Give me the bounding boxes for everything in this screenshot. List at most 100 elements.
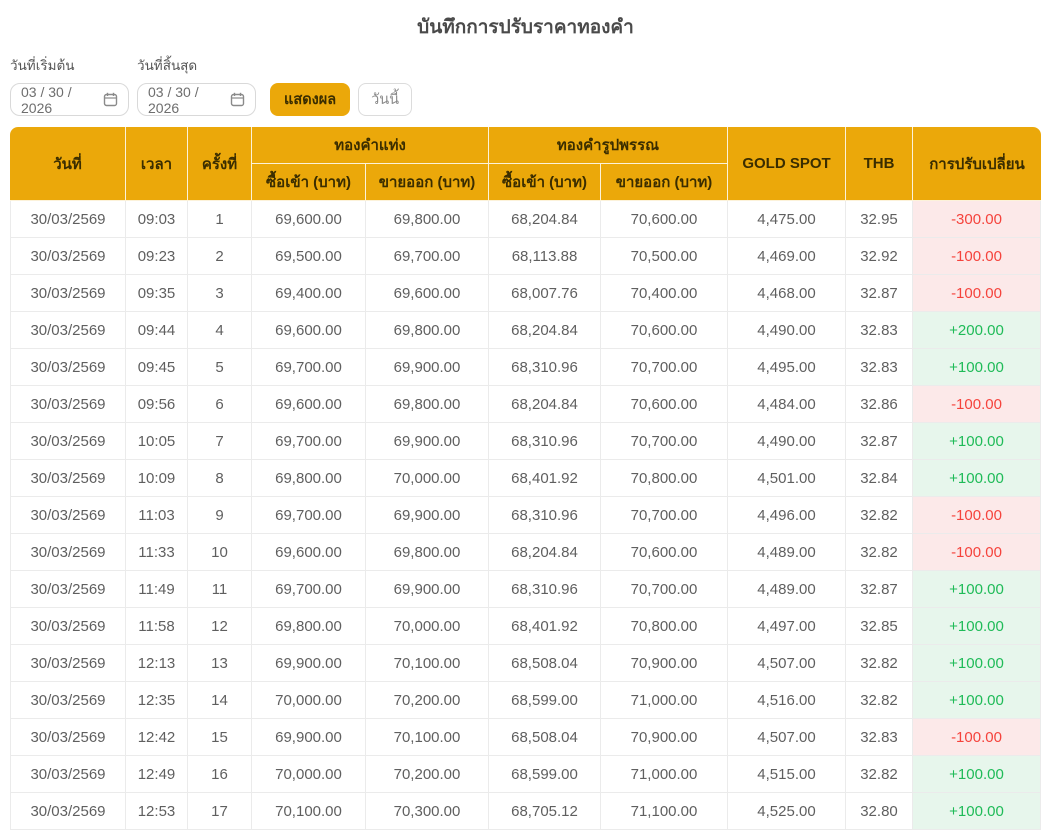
- cell-change: -300.00: [913, 201, 1041, 238]
- cell-thb: 32.82: [846, 497, 913, 534]
- cell-gold-spot: 4,497.00: [728, 608, 846, 645]
- table-row: 30/03/2569 09:35 3 69,400.00 69,600.00 6…: [10, 275, 1041, 312]
- header-round: ครั้งที่: [188, 127, 252, 201]
- table-row: 30/03/2569 09:03 1 69,600.00 69,800.00 6…: [10, 201, 1041, 238]
- cell-thb: 32.83: [846, 349, 913, 386]
- cell-bar-buy: 70,000.00: [252, 756, 366, 793]
- table-row: 30/03/2569 12:42 15 69,900.00 70,100.00 …: [10, 719, 1041, 756]
- cell-date: 30/03/2569: [10, 238, 126, 275]
- table-row: 30/03/2569 11:33 10 69,600.00 69,800.00 …: [10, 534, 1041, 571]
- cell-ornament-buy: 68,599.00: [489, 756, 601, 793]
- header-ornament-buy: ซื้อเข้า (บาท): [489, 164, 601, 201]
- cell-ornament-sell: 70,700.00: [601, 349, 728, 386]
- cell-thb: 32.87: [846, 423, 913, 460]
- cell-bar-sell: 69,900.00: [366, 423, 489, 460]
- cell-date: 30/03/2569: [10, 201, 126, 238]
- cell-round: 12: [188, 608, 252, 645]
- header-time: เวลา: [126, 127, 188, 201]
- cell-round: 6: [188, 386, 252, 423]
- cell-bar-sell: 69,700.00: [366, 238, 489, 275]
- cell-round: 5: [188, 349, 252, 386]
- cell-ornament-buy: 68,705.12: [489, 793, 601, 830]
- cell-ornament-sell: 70,700.00: [601, 497, 728, 534]
- end-date-label: วันที่สิ้นสุด: [137, 58, 198, 73]
- cell-change: +100.00: [913, 645, 1041, 682]
- cell-time: 09:03: [126, 201, 188, 238]
- cell-ornament-sell: 71,100.00: [601, 793, 728, 830]
- cell-round: 14: [188, 682, 252, 719]
- show-results-button[interactable]: แสดงผล: [270, 83, 351, 116]
- cell-ornament-sell: 70,400.00: [601, 275, 728, 312]
- end-date-input[interactable]: 03 / 30 / 2026: [137, 83, 256, 116]
- cell-gold-spot: 4,496.00: [728, 497, 846, 534]
- cell-bar-buy: 69,700.00: [252, 349, 366, 386]
- start-date-input[interactable]: 03 / 30 / 2026: [10, 83, 129, 116]
- cell-gold-spot: 4,507.00: [728, 645, 846, 682]
- gold-price-table: วันที่ เวลา ครั้งที่ ทองคำแท่ง ทองคำรูปพ…: [10, 127, 1041, 830]
- cell-ornament-sell: 70,700.00: [601, 571, 728, 608]
- cell-date: 30/03/2569: [10, 534, 126, 571]
- cell-bar-buy: 69,900.00: [252, 645, 366, 682]
- cell-bar-buy: 69,700.00: [252, 497, 366, 534]
- cell-thb: 32.80: [846, 793, 913, 830]
- cell-ornament-sell: 70,600.00: [601, 312, 728, 349]
- cell-thb: 32.95: [846, 201, 913, 238]
- cell-time: 12:35: [126, 682, 188, 719]
- cell-ornament-buy: 68,310.96: [489, 497, 601, 534]
- cell-bar-sell: 70,200.00: [366, 682, 489, 719]
- filter-bar: วันที่เริ่มต้น 03 / 30 / 2026 วันที่สิ้น…: [10, 54, 1041, 116]
- cell-bar-buy: 69,700.00: [252, 423, 366, 460]
- cell-change: -100.00: [913, 497, 1041, 534]
- cell-thb: 32.84: [846, 460, 913, 497]
- cell-gold-spot: 4,495.00: [728, 349, 846, 386]
- cell-bar-buy: 69,500.00: [252, 238, 366, 275]
- cell-ornament-sell: 70,800.00: [601, 460, 728, 497]
- cell-gold-spot: 4,489.00: [728, 534, 846, 571]
- cell-bar-sell: 70,000.00: [366, 608, 489, 645]
- cell-time: 12:53: [126, 793, 188, 830]
- cell-bar-buy: 69,700.00: [252, 571, 366, 608]
- cell-bar-sell: 69,800.00: [366, 201, 489, 238]
- cell-bar-sell: 69,900.00: [366, 497, 489, 534]
- calendar-icon[interactable]: [103, 92, 118, 107]
- cell-thb: 32.92: [846, 238, 913, 275]
- header-gold-bar: ทองคำแท่ง: [252, 127, 489, 164]
- cell-date: 30/03/2569: [10, 423, 126, 460]
- cell-ornament-buy: 68,113.88: [489, 238, 601, 275]
- start-date-value: 03 / 30 / 2026: [21, 83, 72, 116]
- cell-time: 12:49: [126, 756, 188, 793]
- header-date: วันที่: [10, 127, 126, 201]
- cell-time: 12:13: [126, 645, 188, 682]
- cell-ornament-sell: 70,900.00: [601, 645, 728, 682]
- cell-round: 4: [188, 312, 252, 349]
- cell-round: 2: [188, 238, 252, 275]
- cell-change: +100.00: [913, 682, 1041, 719]
- header-gold-spot: GOLD SPOT: [728, 127, 846, 201]
- cell-change: -100.00: [913, 275, 1041, 312]
- cell-date: 30/03/2569: [10, 497, 126, 534]
- cell-bar-buy: 69,600.00: [252, 534, 366, 571]
- cell-ornament-buy: 68,007.76: [489, 275, 601, 312]
- cell-bar-buy: 69,800.00: [252, 460, 366, 497]
- today-button[interactable]: วันนี้: [358, 83, 413, 116]
- cell-ornament-sell: 71,000.00: [601, 756, 728, 793]
- cell-gold-spot: 4,475.00: [728, 201, 846, 238]
- cell-date: 30/03/2569: [10, 682, 126, 719]
- cell-time: 10:09: [126, 460, 188, 497]
- cell-round: 15: [188, 719, 252, 756]
- cell-ornament-buy: 68,204.84: [489, 201, 601, 238]
- table-header: วันที่ เวลา ครั้งที่ ทองคำแท่ง ทองคำรูปพ…: [10, 127, 1041, 201]
- calendar-icon[interactable]: [230, 92, 245, 107]
- cell-thb: 32.86: [846, 386, 913, 423]
- cell-bar-buy: 70,000.00: [252, 682, 366, 719]
- cell-ornament-sell: 70,600.00: [601, 201, 728, 238]
- table-body: 30/03/2569 09:03 1 69,600.00 69,800.00 6…: [10, 201, 1041, 830]
- start-date-label: วันที่เริ่มต้น: [10, 58, 75, 73]
- cell-gold-spot: 4,490.00: [728, 312, 846, 349]
- cell-change: +100.00: [913, 571, 1041, 608]
- cell-time: 09:35: [126, 275, 188, 312]
- cell-thb: 32.83: [846, 719, 913, 756]
- cell-ornament-sell: 70,900.00: [601, 719, 728, 756]
- cell-date: 30/03/2569: [10, 756, 126, 793]
- cell-change: -100.00: [913, 534, 1041, 571]
